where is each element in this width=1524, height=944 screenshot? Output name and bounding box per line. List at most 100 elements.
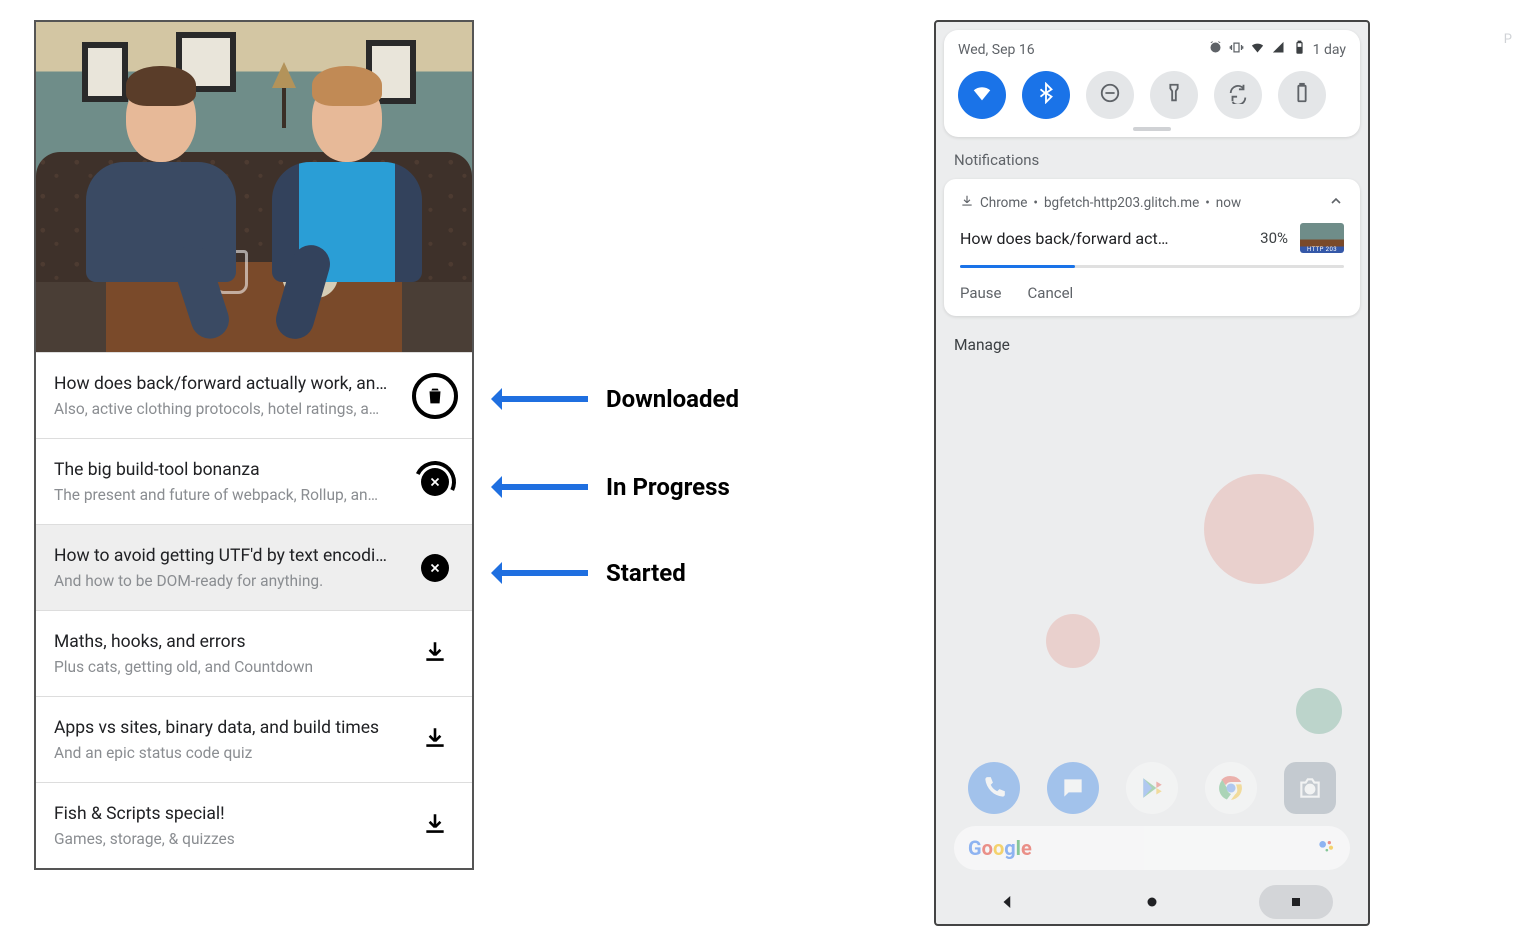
- annotation-label: In Progress: [606, 473, 730, 501]
- qs-tile-dnd[interactable]: [1086, 71, 1134, 119]
- delete-download-button[interactable]: [412, 373, 458, 419]
- notification-thumbnail: [1300, 223, 1344, 253]
- notifications-header: Notifications: [936, 137, 1368, 179]
- phone-app-icon[interactable]: [968, 762, 1020, 814]
- download-button[interactable]: [412, 725, 458, 755]
- watermark: P: [1504, 32, 1516, 47]
- progress-bar: [960, 265, 1344, 268]
- person: [272, 78, 422, 288]
- nav-home-button[interactable]: [1115, 885, 1189, 919]
- bullet: •: [1205, 195, 1210, 211]
- episode-title: Apps vs sites, binary data, and build ti…: [54, 718, 402, 738]
- notification-app: Chrome: [980, 195, 1027, 211]
- download-icon: [960, 194, 974, 212]
- messages-app-icon[interactable]: [1047, 762, 1099, 814]
- camera-app-icon[interactable]: [1284, 762, 1336, 814]
- arrow-icon: [494, 396, 588, 402]
- cancel-download-button[interactable]: [412, 554, 458, 582]
- download-button[interactable]: [412, 811, 458, 841]
- episode-row[interactable]: How does back/forward actually work, an……: [36, 352, 472, 438]
- annotation-label: Downloaded: [606, 385, 739, 413]
- episode-list: How does back/forward actually work, an……: [36, 352, 472, 868]
- qs-tile-bluetooth[interactable]: [1022, 71, 1070, 119]
- episode-title: Maths, hooks, and errors: [54, 632, 402, 652]
- episode-subtitle: And how to be DOM-ready for anything.: [54, 572, 402, 590]
- annotation-started: Started: [494, 558, 686, 588]
- autorotate-icon: [1227, 82, 1249, 108]
- google-logo: Google: [968, 836, 1032, 860]
- download-button[interactable]: [412, 639, 458, 669]
- cancel-icon: [421, 468, 449, 496]
- episode-subtitle: The present and future of webpack, Rollu…: [54, 486, 402, 504]
- alarm-icon: [1208, 40, 1223, 59]
- notification-card[interactable]: Chrome • bgfetch-http203.glitch.me • now…: [944, 179, 1360, 316]
- play-store-icon[interactable]: [1126, 762, 1178, 814]
- episode-row[interactable]: Apps vs sites, binary data, and build ti…: [36, 696, 472, 782]
- status-bar: Wed, Sep 16 1 day: [958, 40, 1346, 59]
- android-phone-frame: Wed, Sep 16 1 day: [934, 20, 1370, 926]
- person: [86, 78, 236, 288]
- notification-header: Chrome • bgfetch-http203.glitch.me • now: [960, 193, 1344, 213]
- episode-title: How to avoid getting UTF'd by text encod…: [54, 546, 402, 566]
- episode-subtitle: Plus cats, getting old, and Countdown: [54, 658, 402, 676]
- annotation-downloaded: Downloaded: [494, 384, 739, 414]
- episode-row[interactable]: Fish & Scripts special! Games, storage, …: [36, 782, 472, 868]
- episode-row[interactable]: The big build-tool bonanza The present a…: [36, 438, 472, 524]
- trash-icon: [412, 373, 458, 419]
- bluetooth-icon: [1035, 82, 1057, 108]
- chrome-app-icon[interactable]: [1205, 762, 1257, 814]
- episode-hero-image: [36, 22, 472, 352]
- vibrate-icon: [1229, 40, 1244, 59]
- episode-title: How does back/forward actually work, an…: [54, 374, 402, 394]
- download-icon: [422, 725, 448, 755]
- bullet: •: [1033, 195, 1038, 211]
- chevron-up-icon[interactable]: [1328, 193, 1344, 213]
- episode-subtitle: And an epic status code quiz: [54, 744, 402, 762]
- navigation-bar: [936, 880, 1368, 924]
- quick-settings-panel: Wed, Sep 16 1 day: [944, 30, 1360, 137]
- cancel-download-button[interactable]: [412, 461, 458, 503]
- progress-ring-icon: [414, 461, 456, 503]
- annotation-label: Started: [606, 559, 686, 587]
- arrow-icon: [494, 484, 588, 490]
- wifi-icon: [1250, 40, 1265, 59]
- battery-text: 1 day: [1313, 42, 1346, 58]
- progress-bar-fill: [960, 265, 1075, 268]
- manage-notifications-button[interactable]: Manage: [936, 316, 1368, 374]
- status-date: Wed, Sep 16: [958, 42, 1035, 58]
- drag-handle[interactable]: [1133, 127, 1171, 131]
- annotation-in-progress: In Progress: [494, 472, 730, 502]
- episode-subtitle: Games, storage, & quizzes: [54, 830, 402, 848]
- notification-source: bgfetch-http203.glitch.me: [1044, 195, 1199, 211]
- battery-icon: [1291, 82, 1313, 108]
- pause-button[interactable]: Pause: [960, 284, 1002, 302]
- dnd-icon: [1099, 82, 1121, 108]
- download-icon: [422, 639, 448, 669]
- app-dock: [954, 762, 1350, 814]
- flashlight-icon: [1163, 82, 1185, 108]
- podcast-app-panel: How does back/forward actually work, an……: [34, 20, 474, 870]
- assistant-icon[interactable]: [1316, 836, 1336, 860]
- nav-recent-button[interactable]: [1259, 885, 1333, 919]
- episode-row[interactable]: How to avoid getting UTF'd by text encod…: [36, 524, 472, 610]
- episode-title: Fish & Scripts special!: [54, 804, 402, 824]
- episode-title: The big build-tool bonanza: [54, 460, 402, 480]
- cancel-button[interactable]: Cancel: [1028, 284, 1074, 302]
- qs-tile-flashlight[interactable]: [1150, 71, 1198, 119]
- notification-percent: 30%: [1260, 229, 1288, 247]
- download-icon: [422, 811, 448, 841]
- arrow-icon: [494, 570, 588, 576]
- battery-icon: [1292, 40, 1307, 59]
- qs-tile-autorotate[interactable]: [1214, 71, 1262, 119]
- search-pill[interactable]: Google: [954, 826, 1350, 870]
- nav-back-button[interactable]: [971, 885, 1045, 919]
- notification-title: How does back/forward act…: [960, 229, 1248, 248]
- episode-row[interactable]: Maths, hooks, and errors Plus cats, gett…: [36, 610, 472, 696]
- notification-time: now: [1216, 195, 1241, 211]
- cancel-icon: [421, 554, 449, 582]
- quick-settings-tiles: [958, 71, 1346, 119]
- cell-signal-icon: [1271, 40, 1286, 59]
- episode-subtitle: Also, active clothing protocols, hotel r…: [54, 400, 402, 418]
- qs-tile-wifi[interactable]: [958, 71, 1006, 119]
- qs-tile-battery-saver[interactable]: [1278, 71, 1326, 119]
